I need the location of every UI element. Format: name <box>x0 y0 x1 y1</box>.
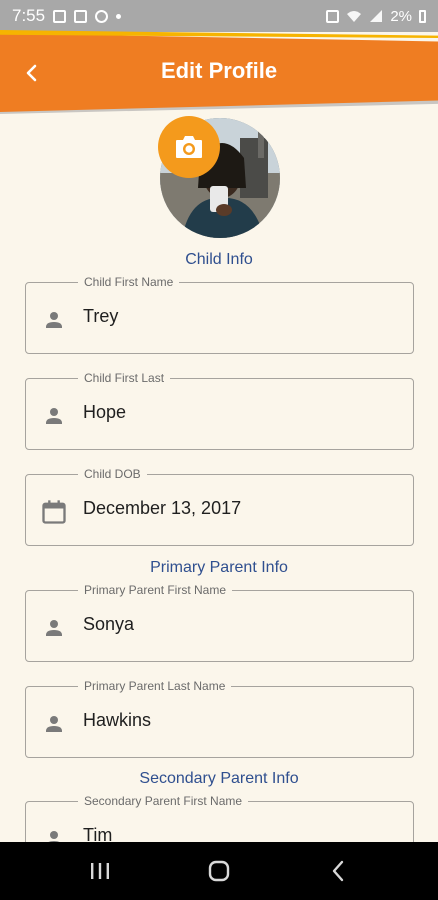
recents-button[interactable] <box>80 851 120 891</box>
primary-parent-first-name-field[interactable]: Primary Parent First Name Sonya <box>25 582 414 662</box>
primary-parent-last-name-value: Hawkins <box>83 710 152 730</box>
child-first-name-field[interactable]: Child First Name Trey <box>25 274 414 354</box>
screen-content: 7:55 2% Edit Profile Child Info Child Fi… <box>0 0 438 842</box>
page-title: Edit Profile <box>160 58 278 83</box>
status-time: 7:55 <box>12 6 46 25</box>
wifi-icon <box>347 11 362 22</box>
signal-icon <box>370 10 383 22</box>
child-last-name-label: Child First Last <box>78 370 171 386</box>
change-photo-button[interactable] <box>158 116 220 178</box>
section-title-primary-parent: Primary Parent Info <box>150 559 288 576</box>
primary-parent-first-name-label: Primary Parent First Name <box>78 582 233 598</box>
person-icon <box>46 620 62 636</box>
status-bar: 7:55 2% <box>0 0 438 32</box>
primary-parent-first-name-value: Sonya <box>83 614 135 634</box>
child-dob-field[interactable]: Child DOB December 13, 2017 <box>25 466 414 546</box>
child-last-name-field[interactable]: Child First Last Hope <box>25 370 414 450</box>
secondary-parent-first-name-value: Tim <box>83 825 113 842</box>
mail-notification-icon <box>74 9 88 23</box>
more-notifications-icon <box>116 13 122 19</box>
home-icon <box>208 860 230 882</box>
secondary-parent-first-name-label: Secondary Parent First Name <box>78 793 249 809</box>
person-icon <box>46 716 62 732</box>
system-nav-bar <box>0 842 438 900</box>
section-title-secondary-parent: Secondary Parent Info <box>139 770 299 787</box>
section-title-child-info: Child Info <box>185 251 253 268</box>
battery-icon <box>419 9 426 23</box>
primary-parent-last-name-label: Primary Parent Last Name <box>78 678 232 694</box>
system-back-button[interactable] <box>318 851 358 891</box>
child-dob-value: December 13, 2017 <box>83 498 242 518</box>
back-icon <box>333 860 344 882</box>
person-icon <box>46 408 62 424</box>
person-icon <box>46 312 62 328</box>
gallery-notification-icon <box>53 9 67 23</box>
child-first-name-value: Trey <box>83 306 119 326</box>
child-dob-label: Child DOB <box>78 466 147 482</box>
battery-percent: 2% <box>390 7 412 25</box>
calendar-icon <box>42 500 66 524</box>
child-first-name-label: Child First Name <box>78 274 180 290</box>
recents-icon <box>90 863 109 879</box>
child-last-name-value: Hope <box>83 402 127 422</box>
primary-parent-last-name-field[interactable]: Primary Parent Last Name Hawkins <box>25 678 414 758</box>
app-notification-icon <box>95 9 109 23</box>
person-icon <box>48 831 60 842</box>
home-button[interactable] <box>199 851 239 891</box>
camera-icon <box>176 136 202 158</box>
secondary-parent-first-name-field[interactable]: Secondary Parent First Name Tim <box>25 793 414 842</box>
mute-icon <box>326 9 340 23</box>
